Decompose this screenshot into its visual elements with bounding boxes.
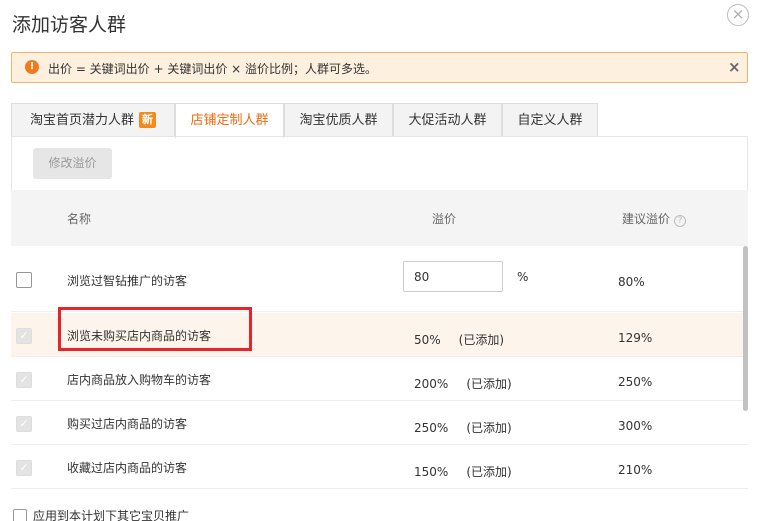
table-row: ✓ 浏览未购买店内商品的访客 50% (已添加) 129%	[11, 313, 748, 357]
notice-bar: ! 出价 = 关键词出价 + 关键词出价 × 溢价比例；人群可多选。 ×	[11, 52, 748, 83]
tab-taobao-quality[interactable]: 淘宝优质人群	[284, 103, 393, 137]
tab-label: 淘宝首页潜力人群	[29, 113, 134, 128]
row-premium: 150% (已添加)	[414, 465, 512, 479]
tab-label: 自定义人群	[517, 113, 583, 128]
help-icon[interactable]: ?	[674, 215, 687, 227]
table-scrollbar[interactable]	[743, 246, 748, 411]
row-checkbox-checked: ✓	[16, 328, 32, 344]
row-suggested: 210%	[618, 463, 653, 477]
row-premium: 200% (已添加)	[414, 377, 512, 391]
row-name: 浏览未购买店内商品的访客	[67, 329, 212, 343]
tab-promotion-event[interactable]: 大促活动人群	[393, 103, 502, 137]
row-suggested: 300%	[618, 419, 653, 433]
row-checkbox-checked: ✓	[16, 372, 32, 388]
tab-label: 淘宝优质人群	[299, 113, 378, 128]
added-status: (已添加)	[466, 421, 512, 435]
row-name: 店内商品放入购物车的访客	[67, 373, 212, 387]
tab-label: 大促活动人群	[408, 113, 487, 128]
table-row: ✓ 店内商品放入购物车的访客 200% (已添加) 250%	[11, 357, 748, 401]
tab-custom[interactable]: 自定义人群	[502, 103, 598, 137]
row-premium: 50% (已添加)	[414, 333, 505, 347]
table-row: ✓ 购买过店内商品的访客 250% (已添加) 300%	[11, 401, 748, 445]
row-premium: 250% (已添加)	[414, 421, 512, 435]
row-checkbox[interactable]	[16, 272, 32, 288]
notice-text: 出价 = 关键词出价 + 关键词出价 × 溢价比例；人群可多选。	[48, 62, 378, 76]
tab-homepage-potential[interactable]: 淘宝首页潜力人群新	[11, 103, 175, 137]
header-premium: 溢价	[432, 212, 457, 226]
row-name: 浏览过智钻推广的访客	[67, 274, 188, 288]
row-checkbox-checked: ✓	[16, 416, 32, 432]
tab-panel	[11, 136, 748, 190]
row-name: 购买过店内商品的访客	[67, 417, 188, 431]
row-suggested: 80%	[618, 275, 645, 289]
tab-store-custom[interactable]: 店铺定制人群	[175, 103, 284, 138]
added-status: (已添加)	[466, 465, 512, 479]
notice-close-icon[interactable]: ×	[728, 58, 741, 76]
apply-checkbox[interactable]	[13, 509, 27, 521]
row-suggested: 129%	[618, 331, 653, 345]
warning-icon: !	[25, 60, 39, 74]
table-row: ✓ 收藏过店内商品的访客 150% (已添加) 210%	[11, 445, 748, 489]
added-status: (已添加)	[466, 377, 512, 391]
row-checkbox-checked: ✓	[16, 460, 32, 476]
new-badge: 新	[139, 112, 156, 128]
added-status: (已添加)	[458, 333, 505, 347]
percent-unit: %	[517, 270, 529, 284]
header-suggested: 建议溢价?	[622, 210, 687, 227]
table-row: 浏览过智钻推广的访客 80%	[11, 259, 748, 312]
modify-premium-button[interactable]: 修改溢价	[33, 148, 112, 179]
row-name: 收藏过店内商品的访客	[67, 461, 188, 475]
apply-label: 应用到本计划下其它宝贝推广	[33, 509, 190, 521]
tab-label: 店铺定制人群	[190, 113, 269, 128]
header-name: 名称	[67, 212, 92, 226]
dialog-title: 添加访客人群	[12, 14, 127, 36]
close-icon[interactable]: ×	[727, 4, 749, 26]
row-suggested: 250%	[618, 375, 653, 389]
table-header: 名称 溢价 建议溢价?	[11, 190, 748, 246]
premium-input[interactable]	[403, 261, 503, 292]
